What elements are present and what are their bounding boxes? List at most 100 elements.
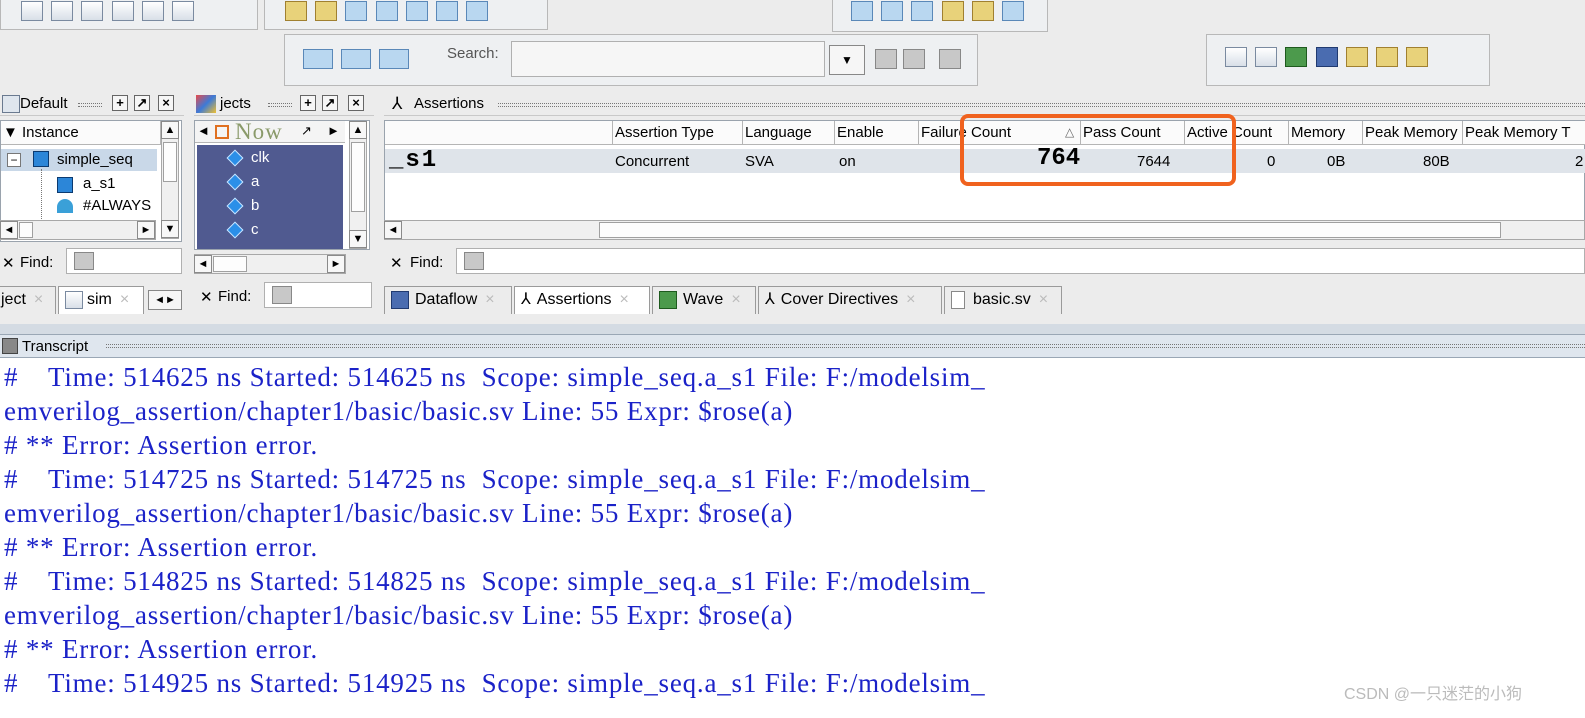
zoom-fit-icon[interactable]: [111, 1, 134, 21]
collapse-icon[interactable]: −: [7, 153, 21, 167]
step-icon[interactable]: [171, 1, 194, 21]
zoom-last-icon[interactable]: [911, 1, 934, 21]
pane-grip[interactable]: [498, 103, 1585, 107]
find-binoculars-icon[interactable]: [464, 252, 484, 270]
edge-any-icon[interactable]: [1225, 47, 1247, 67]
falling-edge-icon[interactable]: [1375, 47, 1398, 67]
rising-edge-icon[interactable]: [1345, 47, 1368, 67]
cursor-add-icon[interactable]: [345, 1, 368, 21]
pane-add-button[interactable]: +: [300, 95, 316, 111]
pane-grip[interactable]: [78, 103, 102, 107]
prev-arrow-icon[interactable]: ◄: [197, 123, 210, 138]
scroll-down-button[interactable]: ▼: [349, 230, 367, 248]
zoom-region-icon[interactable]: [51, 1, 74, 21]
insert-divider-icon[interactable]: [315, 1, 338, 21]
cursor-delete-icon[interactable]: [375, 1, 398, 21]
instance-hscroll[interactable]: ◄ ►: [0, 220, 156, 240]
scroll-right-button[interactable]: ►: [327, 255, 345, 273]
assertion-name[interactable]: _s1: [389, 147, 438, 174]
find-binoculars-icon[interactable]: [875, 49, 897, 69]
edge-block-icon[interactable]: [1315, 47, 1338, 67]
tree-item-label[interactable]: a_s1: [83, 175, 116, 192]
tab-wave[interactable]: Wave ×: [652, 286, 756, 314]
tab-cover-directives[interactable]: ⅄ Cover Directives ×: [758, 286, 942, 314]
scroll-up-button[interactable]: ▲: [161, 121, 179, 139]
assertions-hscroll[interactable]: ◄: [384, 220, 1585, 240]
column-header[interactable]: Language: [743, 121, 835, 145]
scroll-thumb[interactable]: [213, 256, 247, 272]
pointer-tool-icon[interactable]: [21, 1, 43, 21]
edge-prev-icon[interactable]: [1255, 47, 1278, 67]
find-options-icon[interactable]: [939, 49, 961, 69]
toggle-edge-icon[interactable]: [1406, 47, 1429, 67]
tab-project[interactable]: ject ×: [0, 286, 56, 314]
tree-item-label[interactable]: #ALWAYS: [83, 197, 151, 215]
column-header[interactable]: Peak Memory: [1363, 121, 1463, 145]
scroll-thumb[interactable]: [351, 142, 365, 212]
scroll-down-button[interactable]: ▼: [161, 220, 179, 238]
scroll-thumb[interactable]: [163, 142, 177, 182]
tab-dataflow[interactable]: Dataflow ×: [384, 286, 512, 314]
next-arrow-icon[interactable]: ►: [327, 123, 340, 138]
zoom-area-icon[interactable]: [1001, 1, 1024, 21]
tab-assertions[interactable]: ⅄ Assertions ×: [514, 286, 650, 314]
signal-row[interactable]: a: [226, 173, 259, 197]
assertions-find-input[interactable]: [456, 248, 1585, 274]
edge-next-icon[interactable]: [1285, 47, 1308, 67]
zoom-in-icon[interactable]: [81, 1, 104, 21]
scroll-left-button[interactable]: ◄: [0, 221, 18, 239]
dataflow-next-icon[interactable]: [341, 49, 372, 69]
scroll-thumb[interactable]: [599, 222, 1501, 238]
pane-grip[interactable]: [106, 344, 1585, 348]
find-close-icon[interactable]: ✕: [2, 254, 15, 272]
find-binoculars-icon[interactable]: [74, 252, 94, 270]
dataflow-expand-icon[interactable]: [379, 49, 410, 69]
instance-vscroll[interactable]: ▲ ▼: [161, 121, 179, 239]
column-header[interactable]: Memory: [1289, 121, 1363, 145]
find-binoculars-icon[interactable]: [272, 286, 292, 304]
search-dropdown-button[interactable]: ▼: [829, 45, 865, 75]
dataflow-prev-icon[interactable]: [303, 49, 333, 69]
pane-add-button[interactable]: +: [112, 95, 128, 111]
find-close-icon[interactable]: ✕: [200, 288, 213, 306]
objects-vscroll[interactable]: ▲ ▼: [349, 121, 367, 249]
zoom-cursor-icon[interactable]: [881, 1, 904, 21]
signal-row[interactable]: c: [226, 221, 259, 245]
zoom-full-icon[interactable]: [851, 1, 873, 21]
stop-icon[interactable]: [215, 125, 229, 139]
objects-hscroll[interactable]: ◄ ►: [194, 254, 346, 274]
signal-row[interactable]: b: [226, 197, 259, 221]
bookmark-icon[interactable]: [971, 1, 994, 21]
find-next-icon[interactable]: [435, 1, 458, 21]
transcript-output[interactable]: # Time: 514625 ns Started: 514625 ns Sco…: [0, 358, 1585, 718]
tab-sim[interactable]: sim ×: [58, 286, 144, 314]
instance-column-header[interactable]: ▼ Instance: [1, 121, 161, 145]
find-prev-icon[interactable]: [405, 1, 428, 21]
pane-undock-button[interactable]: ↗: [134, 95, 150, 111]
scroll-right-button[interactable]: ►: [137, 221, 155, 239]
signal-row[interactable]: clk: [226, 149, 269, 173]
column-header[interactable]: Peak Memory T: [1463, 121, 1585, 145]
tab-basic-sv[interactable]: basic.sv ×: [944, 286, 1062, 314]
search-input[interactable]: [511, 41, 825, 77]
restart-icon[interactable]: [466, 1, 489, 21]
column-header[interactable]: Enable: [835, 121, 919, 145]
goto-end-icon[interactable]: ↗: [301, 123, 312, 139]
scroll-up-button[interactable]: ▲: [349, 121, 367, 139]
lock-icon[interactable]: [941, 1, 964, 21]
find-close-icon[interactable]: ✕: [390, 254, 403, 272]
tree-item-label[interactable]: simple_seq: [57, 151, 133, 168]
scroll-left-button[interactable]: ◄: [194, 255, 212, 273]
scroll-left-button[interactable]: ◄: [384, 221, 402, 239]
pane-close-button[interactable]: ×: [348, 95, 364, 111]
pane-close-button[interactable]: ×: [158, 95, 174, 111]
pane-undock-button[interactable]: ↗: [322, 95, 338, 111]
zoom-out-icon[interactable]: [141, 1, 164, 21]
tab-scroll-buttons[interactable]: ◄►: [148, 290, 182, 310]
add-wave-icon[interactable]: [285, 1, 307, 21]
scroll-thumb[interactable]: [19, 222, 33, 238]
pane-splitter[interactable]: [0, 324, 1585, 334]
column-header[interactable]: Assertion Type: [613, 121, 743, 145]
name-column-header[interactable]: [385, 121, 613, 145]
find-all-icon[interactable]: [903, 49, 925, 69]
